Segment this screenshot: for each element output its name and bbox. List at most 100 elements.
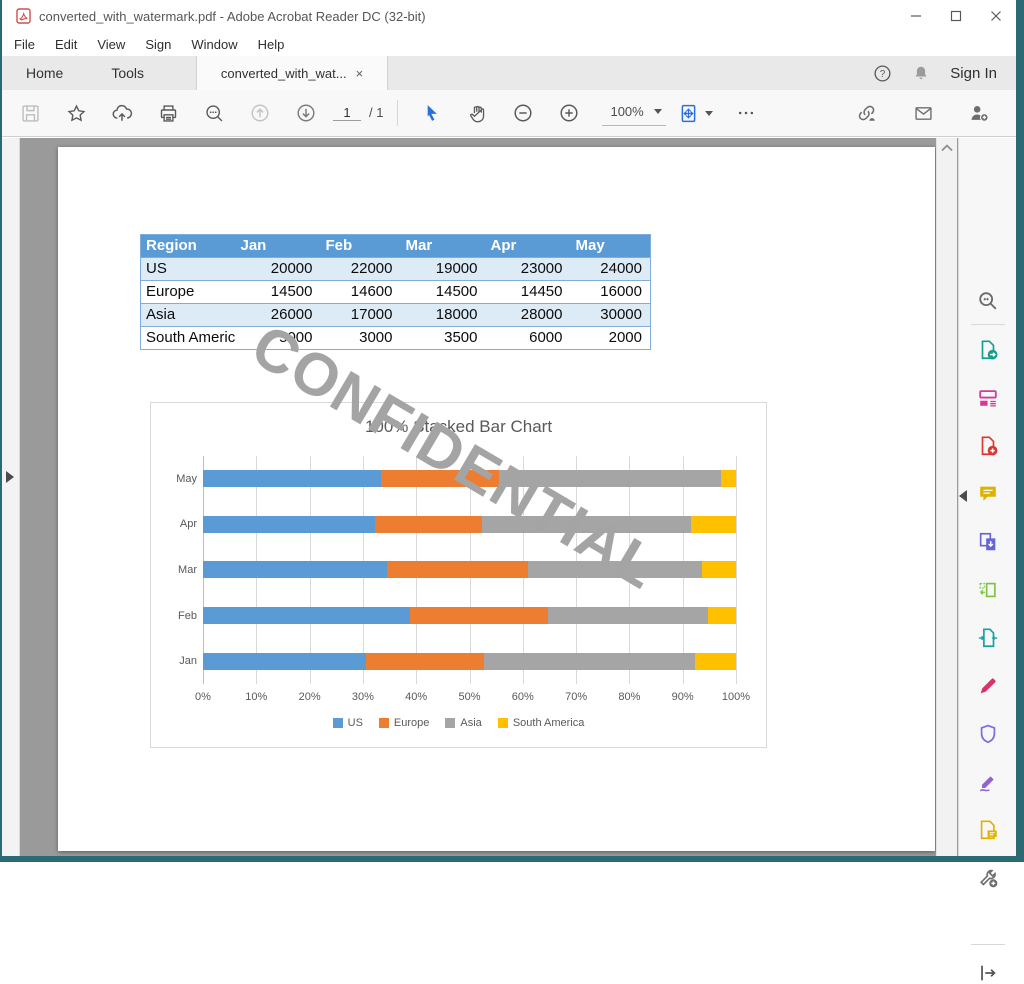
chart-legend: USEuropeAsiaSouth America [151, 717, 766, 729]
table-cell-value: 2000 [571, 327, 651, 350]
bar-segment-europe [366, 653, 484, 670]
tick-label: 20% [299, 691, 321, 703]
document-area: RegionJanFebMarAprMay US2000022000190002… [2, 138, 1016, 856]
tab-tools[interactable]: Tools [87, 56, 168, 90]
table-cell-region: US [141, 258, 236, 281]
hand-tool-icon[interactable] [458, 95, 496, 131]
table-cell-value: 14450 [486, 281, 571, 304]
save-icon[interactable] [11, 95, 49, 131]
maximize-button[interactable] [936, 0, 976, 32]
combine-files-icon[interactable] [977, 531, 999, 553]
chevron-down-icon[interactable] [705, 111, 713, 116]
tick-label: 40% [405, 691, 427, 703]
bar-segment-europe [375, 516, 483, 533]
protect-pdf-icon[interactable] [977, 723, 999, 745]
tick-label: 0% [195, 691, 211, 703]
menu-sign[interactable]: Sign [135, 34, 181, 55]
next-page-icon[interactable] [287, 95, 325, 131]
zoom-level-select[interactable]: 100% [602, 100, 665, 126]
tab-bar: Home Tools converted_with_wat... × [2, 56, 1016, 90]
email-icon[interactable] [904, 95, 942, 131]
chart-category-axis: MayAprMarFebJan [157, 456, 197, 684]
pdf-page: RegionJanFebMarAprMay US2000022000190002… [58, 147, 935, 851]
table-cell-value: 30000 [571, 304, 651, 327]
menu-edit[interactable]: Edit [45, 34, 87, 55]
organize-pages-icon[interactable] [977, 579, 999, 601]
edit-pdf-icon[interactable] [977, 387, 999, 409]
legend-label: US [348, 717, 363, 729]
menu-view[interactable]: View [87, 34, 135, 55]
search-tools-icon[interactable] [977, 290, 999, 312]
zoom-in-icon[interactable] [550, 95, 588, 131]
toolbar-divider [397, 100, 398, 126]
category-label: Mar [157, 564, 197, 576]
print-icon[interactable] [149, 95, 187, 131]
chart-bar-apr [203, 516, 736, 533]
add-user-sign-icon[interactable] [960, 95, 998, 131]
vertical-scrollbar[interactable] [936, 138, 957, 856]
table-cell-value: 20000 [236, 258, 321, 281]
tick-label: 100% [722, 691, 750, 703]
menu-file[interactable]: File [4, 34, 45, 55]
menu-help[interactable]: Help [248, 34, 295, 55]
open-tools-pane-icon[interactable] [977, 962, 999, 984]
bar-segment-us [203, 653, 366, 670]
window-title: converted_with_watermark.pdf - Adobe Acr… [39, 9, 426, 24]
create-pdf-icon[interactable] [977, 435, 999, 457]
page-number-input[interactable] [333, 105, 361, 121]
comment-icon[interactable] [977, 483, 999, 505]
chart-value-axis: 0%10%20%30%40%50%60%70%80%90%100% [203, 691, 736, 705]
compress-pdf-icon[interactable] [977, 627, 999, 649]
help-question-icon[interactable]: ? [873, 64, 892, 83]
collapse-tools-pane-icon[interactable] [959, 490, 967, 502]
bar-segment-us [203, 516, 375, 533]
table-header-cell: Apr [486, 235, 571, 258]
close-button[interactable] [976, 0, 1016, 32]
toolbar: / 1 100% [2, 90, 1016, 137]
tick-label: 30% [352, 691, 374, 703]
expand-left-panel-icon[interactable] [6, 471, 14, 483]
notifications-bell-icon[interactable] [912, 64, 930, 83]
minimize-button[interactable] [896, 0, 936, 32]
table-header-cell: Jan [236, 235, 321, 258]
table-cell-value: 22000 [321, 258, 401, 281]
table-cell-value: 3500 [401, 327, 486, 350]
search-icon[interactable] [195, 95, 233, 131]
window-border-right [1016, 0, 1024, 862]
tick-label: 90% [672, 691, 694, 703]
table-cell-value: 19000 [401, 258, 486, 281]
select-tool-icon[interactable] [412, 95, 450, 131]
window-border-left [0, 0, 2, 862]
table-cell-value: 14500 [401, 281, 486, 304]
legend-label: Asia [460, 717, 481, 729]
share-link-icon[interactable] [848, 95, 886, 131]
cloud-upload-icon[interactable] [103, 95, 141, 131]
table-cell-value: 16000 [571, 281, 651, 304]
tab-home[interactable]: Home [2, 56, 87, 90]
menu-window[interactable]: Window [181, 34, 247, 55]
sign-in-button[interactable]: Sign In [950, 65, 997, 82]
scroll-up-icon[interactable] [940, 143, 954, 153]
adobe-sign-icon[interactable] [977, 771, 999, 793]
table-header-row: RegionJanFebMarAprMay [141, 235, 651, 258]
fit-page-icon[interactable] [678, 103, 699, 124]
more-tools-icon[interactable] [977, 867, 999, 889]
legend-swatch-icon [333, 718, 343, 728]
table-cell-value: 17000 [321, 304, 401, 327]
send-for-comments-icon[interactable] [977, 819, 999, 841]
zoom-out-icon[interactable] [504, 95, 542, 131]
previous-page-icon[interactable] [241, 95, 279, 131]
fill-and-sign-icon[interactable] [977, 675, 999, 697]
chart-gridline [736, 456, 737, 684]
more-tools-ellipsis-icon[interactable] [727, 95, 765, 131]
legend-item-asia: Asia [445, 717, 481, 729]
tab-close-icon[interactable]: × [356, 66, 364, 81]
star-favorites-icon[interactable] [57, 95, 95, 131]
chevron-down-icon [654, 109, 662, 114]
export-pdf-icon[interactable] [977, 339, 999, 361]
tools-pane-divider [971, 944, 1005, 945]
table-header-cell: Region [141, 235, 236, 258]
bar-segment-us [203, 470, 381, 487]
legend-swatch-icon [445, 718, 455, 728]
tab-document[interactable]: converted_with_wat... × [196, 56, 388, 90]
